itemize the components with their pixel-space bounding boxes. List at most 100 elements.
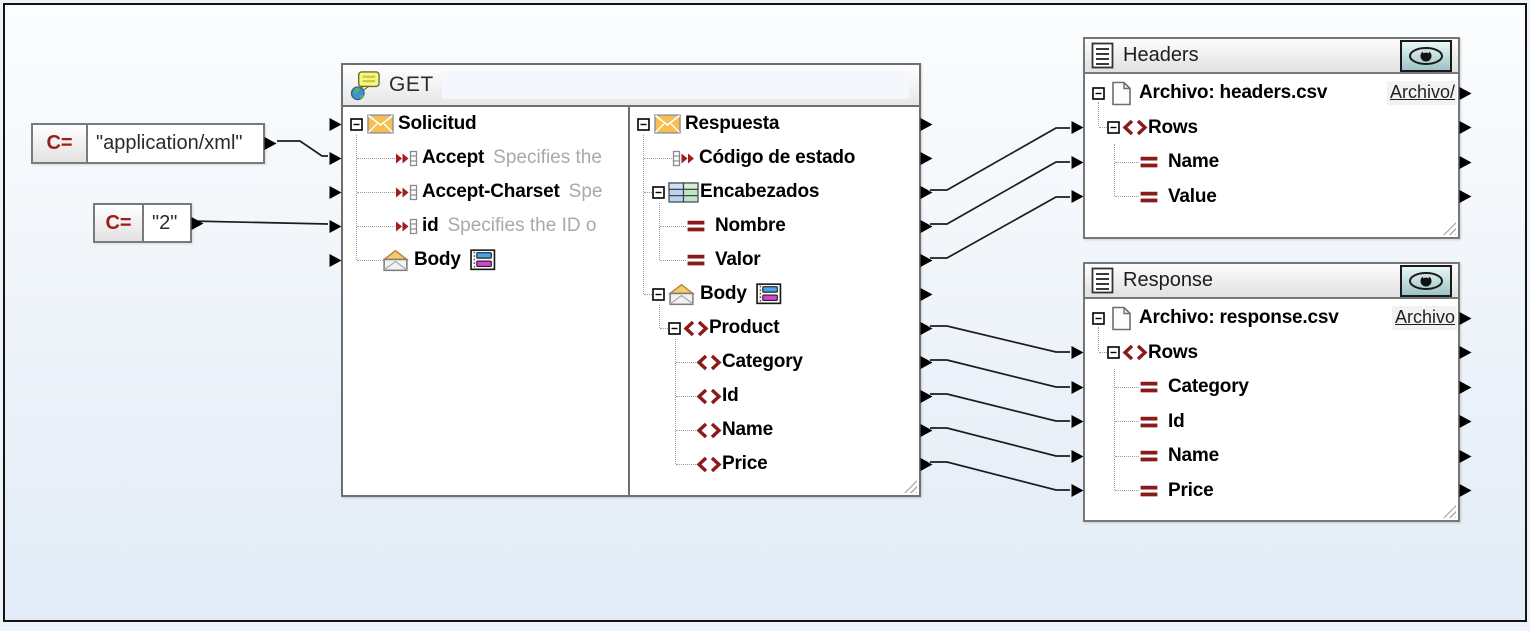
tree-item-value[interactable]: Value: [1085, 180, 1458, 215]
input-connector[interactable]: [1070, 119, 1085, 136]
connection-constant-id[interactable]: [190, 221, 328, 224]
tree-item-response-body[interactable]: Body: [630, 277, 919, 311]
tree-item-respuesta[interactable]: Respuesta: [630, 107, 919, 141]
connection-name-name[interactable]: [930, 428, 1070, 456]
component-title-field[interactable]: [442, 71, 909, 99]
preview-eye-button[interactable]: [1400, 40, 1452, 72]
output-connector[interactable]: [1458, 310, 1473, 327]
get-component-header[interactable]: GET: [343, 65, 919, 107]
tree-item-id[interactable]: id Specifies the ID o: [343, 209, 628, 243]
tree-item-price[interactable]: Price: [1085, 474, 1458, 509]
tree-item-file[interactable]: Archivo: response.csv Archivo: [1085, 301, 1458, 336]
tree-item-label: Valor: [715, 249, 760, 271]
input-connector[interactable]: [1070, 188, 1085, 205]
constant-application-xml[interactable]: C= "application/xml": [31, 123, 265, 164]
output-connector[interactable]: [919, 218, 934, 235]
input-connector[interactable]: [1070, 448, 1085, 465]
output-connector[interactable]: [1458, 119, 1473, 136]
tree-item-status-code[interactable]: Código de estado: [630, 141, 919, 175]
output-connector[interactable]: [919, 116, 934, 133]
input-connector[interactable]: [1070, 379, 1085, 396]
output-connector[interactable]: [190, 215, 205, 232]
output-connector[interactable]: [1458, 188, 1473, 205]
connection-encabezados-rows[interactable]: [930, 128, 1070, 190]
connection-category-category[interactable]: [930, 360, 1070, 387]
input-connector[interactable]: [328, 184, 343, 201]
tree-item-category[interactable]: Category: [1085, 370, 1458, 405]
constant-value: "application/xml": [88, 125, 250, 162]
tree-item-accept-charset[interactable]: Accept-Charset Spe: [343, 175, 628, 209]
tree-item-product[interactable]: Product: [630, 311, 919, 345]
input-connector[interactable]: [1070, 482, 1085, 499]
tree-item-id[interactable]: Id: [1085, 405, 1458, 440]
collapse-toggle-icon[interactable]: [1092, 312, 1105, 325]
collapse-toggle-icon[interactable]: [1107, 121, 1120, 134]
output-connector[interactable]: [919, 252, 934, 269]
tree-item-category[interactable]: Category: [630, 345, 919, 379]
tree-item-file[interactable]: Archivo: headers.csv Archivo/: [1085, 76, 1458, 111]
file-string-button[interactable]: Archivo/: [1387, 81, 1457, 105]
collapse-toggle-icon[interactable]: [668, 322, 681, 335]
input-connector[interactable]: [1070, 413, 1085, 430]
tree-item-rows[interactable]: Rows: [1085, 111, 1458, 146]
collapse-toggle-icon[interactable]: [652, 288, 665, 301]
collapse-toggle-icon[interactable]: [1092, 87, 1105, 100]
resize-grip[interactable]: [1443, 222, 1456, 235]
input-connector[interactable]: [328, 150, 343, 167]
constant-2[interactable]: C= "2": [93, 203, 192, 243]
tree-item-request-body[interactable]: Body: [343, 243, 628, 277]
output-connector[interactable]: [1458, 85, 1473, 102]
resize-grip[interactable]: [904, 480, 917, 493]
file-string-button[interactable]: Archivo: [1392, 306, 1457, 330]
output-connector[interactable]: [919, 320, 934, 337]
input-connector[interactable]: [1070, 344, 1085, 361]
tree-item-rows[interactable]: Rows: [1085, 336, 1458, 371]
input-connector[interactable]: [328, 116, 343, 133]
output-connector[interactable]: [919, 422, 934, 439]
collapse-toggle-icon[interactable]: [350, 118, 363, 131]
get-webservice-component[interactable]: GET Solicitud Accept Specifies the: [341, 63, 921, 497]
response-component-header[interactable]: Response: [1085, 264, 1458, 299]
collapse-toggle-icon[interactable]: [1107, 346, 1120, 359]
input-connector[interactable]: [328, 218, 343, 235]
tree-item-name[interactable]: Name: [1085, 145, 1458, 180]
tree-item-id-element[interactable]: Id: [630, 379, 919, 413]
connection-valor-value[interactable]: [930, 197, 1070, 258]
output-connector[interactable]: [919, 456, 934, 473]
output-connector[interactable]: [919, 286, 934, 303]
tree-item-valor[interactable]: Valor: [630, 243, 919, 277]
connection-nombre-name[interactable]: [930, 162, 1070, 224]
edit-structure-icon[interactable]: [470, 249, 496, 271]
connection-product-rows[interactable]: [930, 326, 1070, 352]
input-connector[interactable]: [1070, 154, 1085, 171]
tree-item-nombre[interactable]: Nombre: [630, 209, 919, 243]
tree-item-name[interactable]: Name: [1085, 439, 1458, 474]
output-connector[interactable]: [1458, 344, 1473, 361]
tree-item-price-element[interactable]: Price: [630, 447, 919, 481]
output-connector[interactable]: [1458, 482, 1473, 499]
tree-item-encabezados[interactable]: Encabezados: [630, 175, 919, 209]
tree-item-name-element[interactable]: Name: [630, 413, 919, 447]
connection-price-price[interactable]: [930, 462, 1070, 490]
edit-structure-icon[interactable]: [756, 283, 782, 305]
tree-item-solicitud[interactable]: Solicitud: [343, 107, 628, 141]
output-connector[interactable]: [263, 135, 278, 152]
output-connector[interactable]: [919, 388, 934, 405]
connection-id-id[interactable]: [930, 394, 1070, 421]
output-connector[interactable]: [919, 354, 934, 371]
tree-item-accept[interactable]: Accept Specifies the: [343, 141, 628, 175]
output-connector[interactable]: [1458, 154, 1473, 171]
output-connector[interactable]: [919, 150, 934, 167]
preview-eye-button[interactable]: [1400, 265, 1452, 297]
output-connector[interactable]: [919, 184, 934, 201]
collapse-toggle-icon[interactable]: [637, 118, 650, 131]
input-connector[interactable]: [328, 252, 343, 269]
output-connector[interactable]: [1458, 379, 1473, 396]
headers-csv-component[interactable]: Headers Archivo: headers.csv Archivo/ Ro…: [1083, 37, 1460, 239]
output-connector[interactable]: [1458, 413, 1473, 430]
headers-component-header[interactable]: Headers: [1085, 39, 1458, 74]
collapse-toggle-icon[interactable]: [652, 186, 665, 199]
connection-constant-accept[interactable]: [277, 141, 328, 156]
output-connector[interactable]: [1458, 448, 1473, 465]
response-csv-component[interactable]: Response Archivo: response.csv Archivo R…: [1083, 262, 1460, 522]
